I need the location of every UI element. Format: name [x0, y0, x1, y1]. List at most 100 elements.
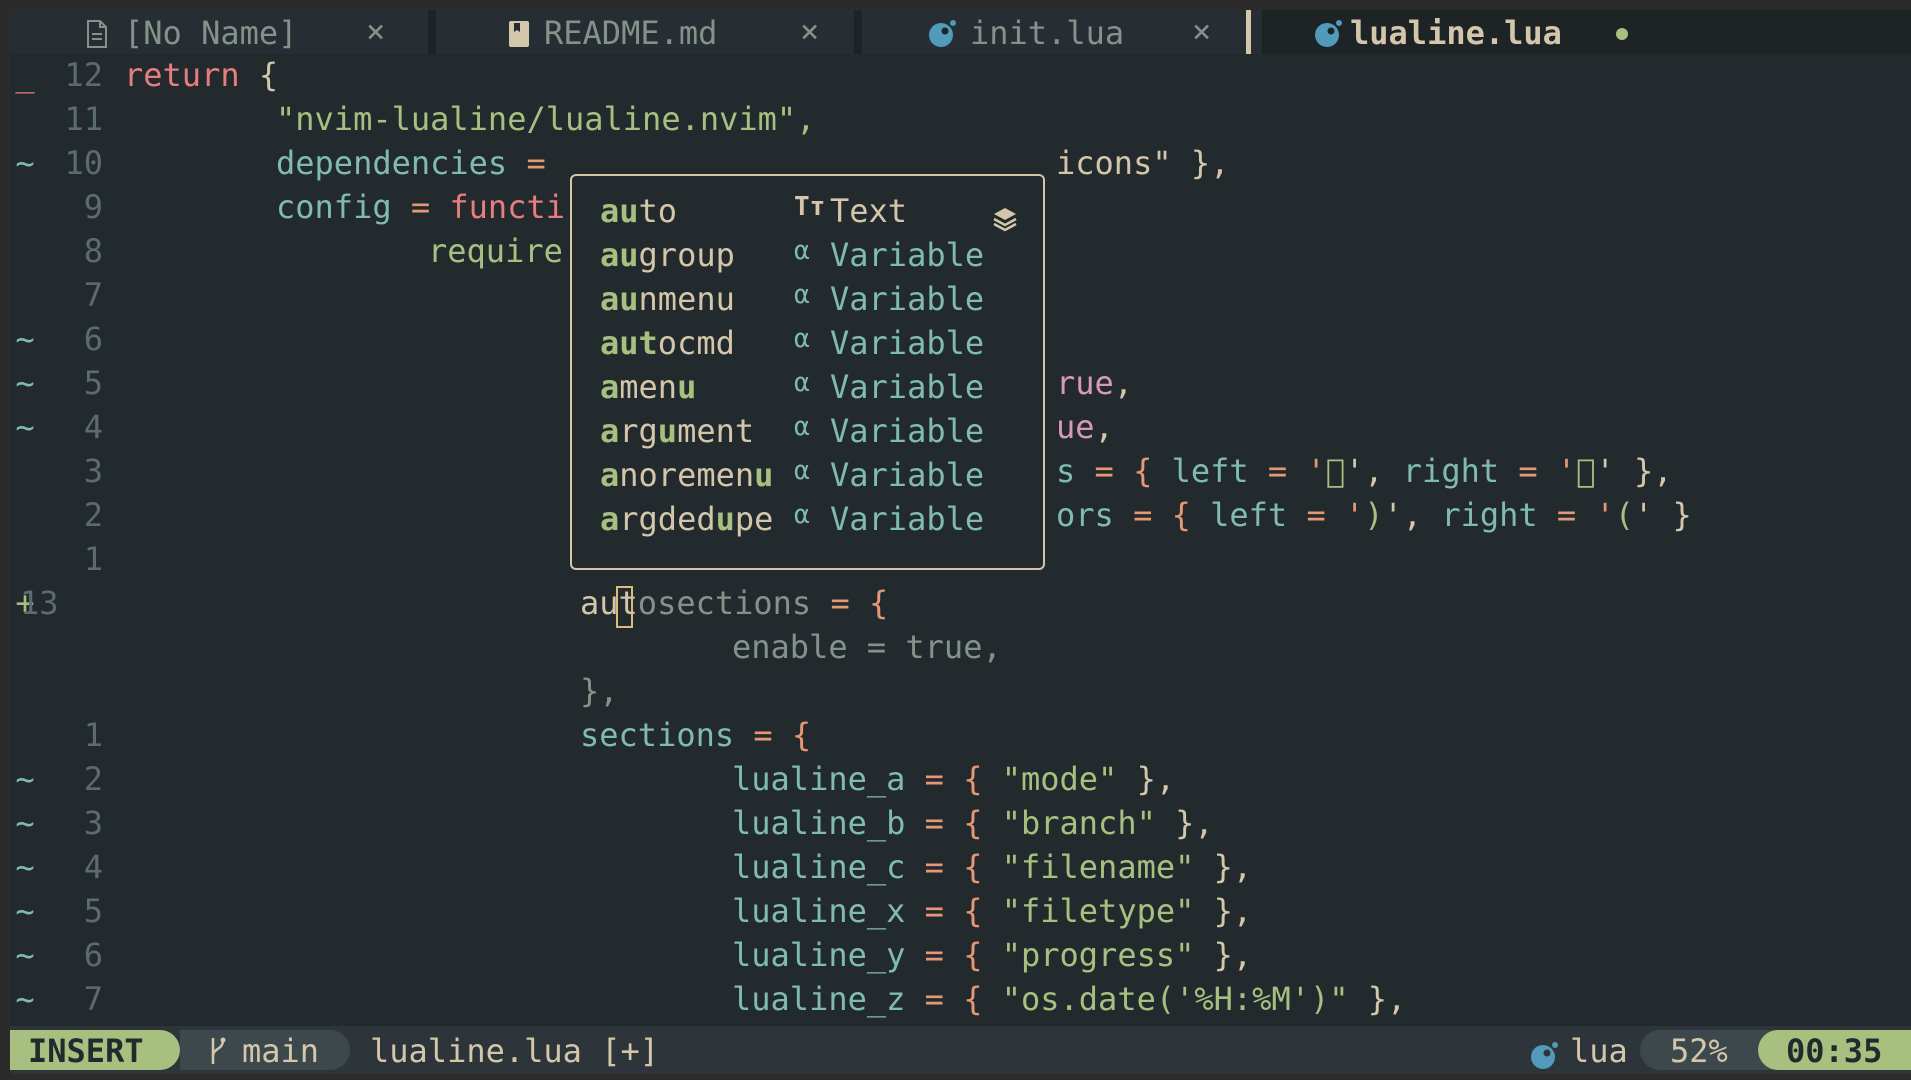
modified-indicator-icon — [1616, 28, 1628, 40]
code-line: ~ 6 lualine_y = { "progress" }, — [10, 934, 1911, 978]
markdown-file-icon — [508, 18, 530, 56]
alpha-icon: α — [794, 324, 810, 354]
code-line: ~ 7 lualine_z = { "os.date('%H:%M')" }, — [10, 978, 1911, 1022]
code-line-current: + 13 autosections = { — [10, 582, 1911, 626]
nvim-window: [No Name] × README.md × init.lua × luali… — [10, 10, 1911, 1074]
line-number: 5 — [83, 892, 103, 930]
git-branch-icon — [208, 1036, 228, 1074]
text-type-icon: Tт — [794, 192, 826, 222]
completion-item[interactable]: aunmenu α Variable — [572, 278, 1043, 322]
tab-init-lua[interactable]: init.lua × — [862, 10, 1262, 54]
code-line: ~ 5 lualine_x = { "filetype" }, — [10, 890, 1911, 934]
completion-item[interactable]: argument α Variable — [572, 410, 1043, 454]
completion-kind: Variable — [830, 368, 985, 406]
completion-item[interactable]: autocmd α Variable — [572, 322, 1043, 366]
code-line: 11 "nvim-lualine/lualine.nvim", — [10, 98, 1911, 142]
editor-buffer[interactable]: _ 12 return { 11 "nvim-lualine/lualine.n… — [10, 54, 1911, 1026]
completion-item[interactable]: amenu α Variable — [572, 366, 1043, 410]
completion-label: argument — [600, 412, 755, 450]
close-icon[interactable]: × — [366, 12, 385, 50]
close-icon[interactable]: × — [800, 12, 819, 50]
code-line: ~ 3 lualine_b = { "branch" }, — [10, 802, 1911, 846]
line-number: 5 — [83, 364, 103, 402]
changed-sign: ~ — [15, 144, 35, 182]
changed-sign: ~ — [15, 848, 35, 886]
lua-icon — [1314, 18, 1342, 56]
alpha-icon: α — [794, 456, 810, 486]
completion-label: autocmd — [600, 324, 735, 362]
code-text: config = functi — [276, 188, 565, 226]
code-text: "nvim-lualine/lualine.nvim", — [276, 100, 816, 138]
close-icon[interactable]: × — [1192, 12, 1211, 50]
completion-item[interactable]: anoremenu α Variable — [572, 454, 1043, 498]
status-filename: lualine.lua [+] — [370, 1032, 659, 1070]
line-number: 7 — [83, 276, 103, 314]
line-number: 12 — [64, 56, 103, 94]
changed-sign: ~ — [15, 364, 35, 402]
completion-kind: Variable — [830, 412, 985, 450]
completion-item[interactable]: auto Tт Text — [572, 190, 1043, 234]
line-number: 6 — [83, 936, 103, 974]
alpha-icon: α — [794, 236, 810, 266]
completion-item[interactable]: augroup α Variable — [572, 234, 1043, 278]
changed-sign: ~ — [15, 936, 35, 974]
file-icon — [86, 18, 108, 56]
lua-icon — [1530, 1040, 1558, 1074]
status-filetype: lua — [1570, 1032, 1628, 1070]
line-number: 4 — [83, 408, 103, 446]
tab-separator — [1246, 10, 1251, 54]
code-line: _ 12 return { — [10, 54, 1911, 98]
changed-sign: ~ — [15, 760, 35, 798]
line-number: 9 — [83, 188, 103, 226]
changed-sign: ~ — [15, 892, 35, 930]
code-text: lualine_b = { "branch" }, — [732, 804, 1214, 842]
branch-name: main — [242, 1032, 320, 1070]
line-number: 1 — [83, 716, 103, 754]
line-number: 2 — [83, 496, 103, 534]
code-line: ~ 4 lualine_c = { "filename" }, — [10, 846, 1911, 890]
status-clock: 00:35 — [1758, 1030, 1911, 1070]
deleted-sign: _ — [15, 56, 35, 94]
completion-label: auto — [600, 192, 678, 230]
code-text: require — [428, 232, 563, 270]
alpha-icon: α — [794, 280, 810, 310]
alpha-icon: α — [794, 368, 810, 398]
tab-lualine-lua[interactable]: lualine.lua — [1270, 10, 1650, 54]
completion-kind: Variable — [830, 236, 985, 274]
completion-label: augroup — [600, 236, 735, 274]
code-text: sections = { — [580, 716, 812, 754]
completion-kind: Variable — [830, 324, 985, 362]
tab-no-name[interactable]: [No Name] × — [10, 10, 428, 54]
code-text: enable = true, — [732, 628, 1002, 666]
code-text: dependencies = — [276, 144, 546, 182]
tab-readme[interactable]: README.md × — [436, 10, 854, 54]
status-line: INSERT main lualine.lua [+] lua 52% 00:3… — [10, 1026, 1911, 1074]
changed-sign: ~ — [15, 408, 35, 446]
completion-menu[interactable]: auto Tт Text augroup α Variable aunmenu … — [570, 174, 1045, 570]
code-text: return { — [124, 56, 279, 94]
line-number: 2 — [83, 760, 103, 798]
line-number: 4 — [83, 848, 103, 886]
line-number: 8 — [83, 232, 103, 270]
line-number: 10 — [64, 144, 103, 182]
text-cursor — [616, 586, 633, 628]
tab-title: lualine.lua — [1350, 14, 1562, 52]
code-text: }, — [580, 672, 619, 710]
lua-icon — [928, 18, 956, 56]
completion-item[interactable]: argdedupe α Variable — [572, 498, 1043, 542]
tab-title: init.lua — [970, 14, 1125, 52]
line-number: 7 — [83, 980, 103, 1018]
code-text: ors = { left = ')', right = '(' } — [1056, 496, 1692, 534]
completion-label: aunmenu — [600, 280, 735, 318]
code-text: lualine_a = { "mode" }, — [732, 760, 1176, 798]
completion-label: argdedupe — [600, 500, 774, 538]
code-line: 1 sections = { — [10, 714, 1911, 758]
changed-sign: ~ — [15, 320, 35, 358]
code-text: ue, — [1056, 408, 1114, 446]
code-text: lualine_y = { "progress" }, — [732, 936, 1253, 974]
changed-sign: ~ — [15, 980, 35, 1018]
mode-indicator: INSERT — [10, 1030, 180, 1070]
code-text: lualine_z = { "os.date('%H:%M')" }, — [732, 980, 1407, 1018]
tab-title: [No Name] — [124, 14, 298, 52]
line-number-current: 13 — [20, 584, 59, 622]
